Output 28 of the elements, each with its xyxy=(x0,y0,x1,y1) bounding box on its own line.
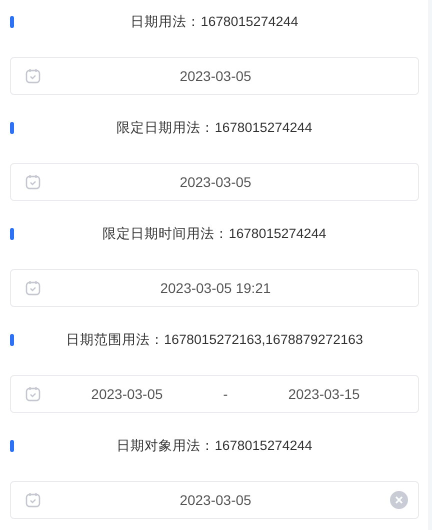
section-marker xyxy=(10,334,14,346)
section-title: 限定日期时间用法：1678015274244 xyxy=(102,225,326,243)
start-date: 2023-03-05 xyxy=(91,386,163,402)
end-date: 2023-03-15 xyxy=(288,386,360,402)
section-marker xyxy=(10,440,14,452)
section-marker xyxy=(10,228,14,240)
date-field[interactable]: 2023-03-05 xyxy=(10,57,419,95)
date-value: 2023-03-05 xyxy=(178,68,252,84)
date-value: 2023-03-05 xyxy=(178,174,252,190)
calendar-icon xyxy=(25,68,41,84)
calendar-icon xyxy=(25,174,41,190)
section-marker xyxy=(10,122,14,134)
section-title: 限定日期用法：1678015274244 xyxy=(116,119,312,137)
date-field[interactable]: 2023-03-05 - 2023-03-15 xyxy=(10,375,419,413)
section-title: 日期范围用法：1678015272163,1678879272163 xyxy=(66,331,363,349)
section-marker xyxy=(10,16,14,28)
range-separator: - xyxy=(223,386,228,402)
clear-icon[interactable] xyxy=(390,491,408,509)
date-field[interactable]: 2023-03-05 xyxy=(10,163,419,201)
section-title: 日期对象用法：1678015274244 xyxy=(116,437,312,455)
calendar-icon xyxy=(25,280,41,296)
date-field[interactable]: 2023-03-05 xyxy=(10,481,419,519)
calendar-icon xyxy=(25,386,41,402)
calendar-icon xyxy=(25,492,41,508)
date-value: 2023-03-05 xyxy=(178,492,252,508)
date-field[interactable]: 2023-03-05 19:21 xyxy=(10,269,419,307)
date-value: 2023-03-05 19:21 xyxy=(159,280,272,296)
section-title: 日期用法：1678015274244 xyxy=(130,13,298,31)
